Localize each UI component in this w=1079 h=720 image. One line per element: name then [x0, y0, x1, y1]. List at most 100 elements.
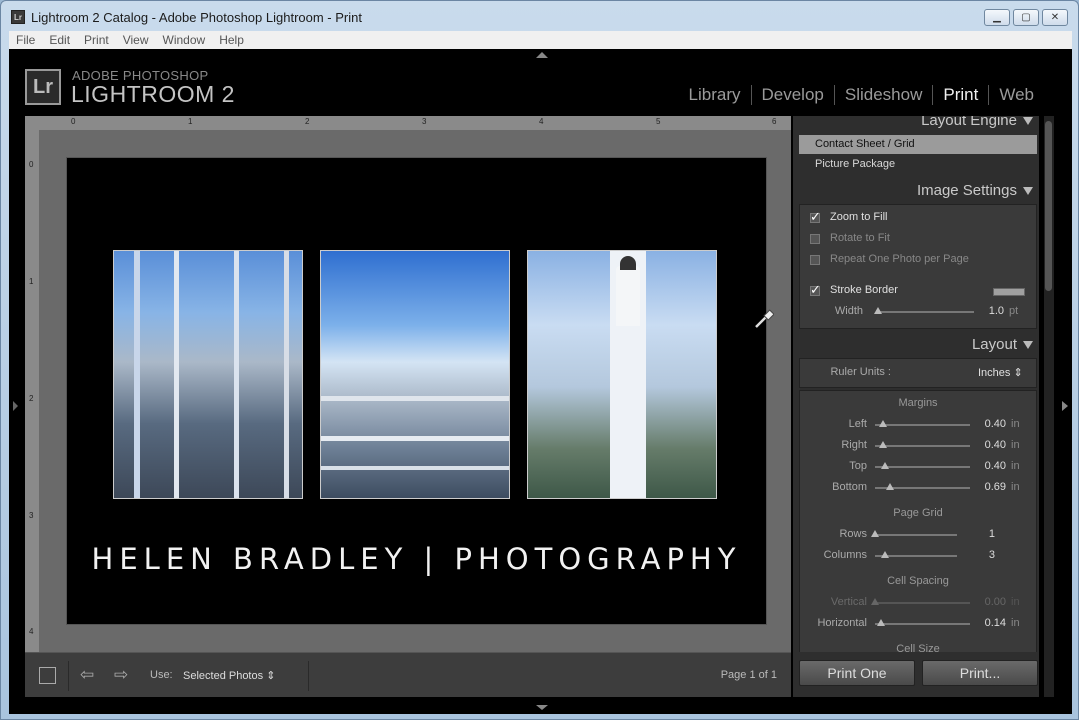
photo-cell-1[interactable] [113, 250, 303, 499]
module-library[interactable]: Library [679, 85, 751, 105]
stroke-border-checkbox[interactable] [810, 282, 821, 298]
margin-left-value[interactable]: 0.40 [976, 418, 1006, 430]
lighthouse-shape [616, 266, 640, 326]
layout-engine-header[interactable]: Layout Engine [793, 116, 1039, 134]
previous-page-icon[interactable]: ⇦ [80, 665, 94, 685]
menu-window[interactable]: Window [156, 31, 213, 47]
layout-header[interactable]: Layout [793, 332, 1039, 358]
identity-plate-text[interactable]: HELEN BRADLEY | PHOTOGRAPHY [67, 542, 766, 576]
engine-picture-package[interactable]: Picture Package [799, 155, 1037, 174]
photo-cell-3[interactable] [527, 250, 717, 499]
horizontal-spacing-slider-knob[interactable] [876, 619, 885, 626]
lightroom-app-icon: Lr [11, 10, 25, 24]
width-slider-knob[interactable] [873, 307, 882, 314]
margins-title: Margins [898, 397, 938, 409]
stroke-color-swatch[interactable] [993, 288, 1025, 296]
vertical-spacing-value[interactable]: 0.00 [976, 596, 1006, 608]
margin-bottom-value[interactable]: 0.69 [976, 481, 1006, 493]
page-grid-title: Page Grid [893, 507, 943, 519]
module-slideshow[interactable]: Slideshow [833, 85, 933, 105]
horizontal-spacing-label: Horizontal [817, 617, 867, 629]
margin-left-unit: in [1011, 418, 1020, 430]
photo-cell-2[interactable] [320, 250, 510, 499]
vertical-spacing-slider-knob[interactable] [871, 598, 879, 605]
stroke-border-label: Stroke Border [830, 284, 898, 296]
page-counter: Page 1 of 1 [720, 669, 777, 681]
repeat-one-photo-checkbox[interactable] [810, 255, 820, 265]
ruler-label: 0 [29, 160, 34, 169]
print-button[interactable]: Print... [922, 660, 1038, 686]
collapse-triangle-icon [1023, 187, 1033, 195]
scrollbar-thumb[interactable] [1045, 121, 1052, 291]
menu-help[interactable]: Help [212, 31, 251, 47]
left-panel-toggle-icon[interactable] [13, 401, 18, 411]
vertical-spacing-slider-track[interactable] [875, 602, 970, 604]
use-label: Use: [150, 669, 173, 681]
columns-value[interactable]: 3 [965, 549, 995, 561]
module-picker: Library Develop Slideshow Print Web [679, 85, 1044, 105]
panel-scrollbar[interactable] [1044, 116, 1054, 697]
minimize-icon: ▁ [993, 12, 1001, 23]
columns-label: Columns [823, 549, 867, 561]
toolbar-divider [68, 661, 69, 691]
menu-print[interactable]: Print [77, 31, 116, 47]
width-value[interactable]: 1.0 [974, 305, 1004, 317]
maximize-button[interactable]: ▢ [1013, 9, 1039, 26]
rows-slider-track[interactable] [875, 534, 957, 536]
image-settings-header[interactable]: Image Settings [793, 178, 1039, 204]
updown-chevron-icon: ⇕ [1013, 367, 1023, 379]
margin-right-value[interactable]: 0.40 [976, 439, 1006, 451]
module-print[interactable]: Print [932, 85, 988, 105]
margin-right-slider-track[interactable] [875, 445, 970, 447]
vertical-spacing-unit: in [1011, 596, 1020, 608]
rotate-to-fit-checkbox[interactable] [810, 234, 820, 244]
engine-contact-sheet[interactable]: Contact Sheet / Grid [799, 135, 1037, 154]
columns-slider-knob[interactable] [880, 551, 889, 558]
margin-top-slider-knob[interactable] [880, 462, 889, 469]
bottom-toolbar: ⇦ ⇨ Use: Selected Photos ⇕ Page 1 of 1 [25, 652, 791, 697]
collapse-triangle-icon [1023, 117, 1033, 125]
eyedropper-icon [755, 309, 774, 328]
margin-top-slider-track[interactable] [875, 466, 970, 468]
menu-file[interactable]: File [9, 31, 42, 47]
minimize-button[interactable]: ▁ [984, 9, 1010, 26]
horizontal-spacing-value[interactable]: 0.14 [976, 617, 1006, 629]
margin-top-unit: in [1011, 460, 1020, 472]
zoom-to-fill-checkbox[interactable] [810, 209, 821, 225]
rows-slider-knob[interactable] [871, 530, 879, 537]
lighthouse-lantern [620, 256, 636, 270]
margin-bottom-slider-knob[interactable] [886, 483, 895, 490]
next-page-icon[interactable]: ⇨ [114, 665, 128, 685]
ruler-units-selector[interactable]: Inches ⇕ [978, 366, 1023, 379]
ruler-label: 1 [29, 277, 34, 286]
rows-value[interactable]: 1 [965, 528, 995, 540]
ruler-units-label: Ruler Units : [830, 366, 891, 378]
right-panel-toggle-icon[interactable] [1062, 401, 1068, 411]
width-slider-track[interactable] [876, 311, 974, 313]
bottom-panel-toggle-icon[interactable] [536, 705, 548, 710]
margin-top-value[interactable]: 0.40 [976, 460, 1006, 472]
page-view-button[interactable] [39, 667, 56, 684]
layout-title: Layout [971, 336, 1017, 353]
title-bar[interactable]: Lr Lightroom 2 Catalog - Adobe Photoshop… [1, 1, 1078, 31]
print-page[interactable]: HELEN BRADLEY | PHOTOGRAPHY [67, 158, 766, 624]
menu-edit[interactable]: Edit [42, 31, 77, 47]
module-develop[interactable]: Develop [750, 85, 834, 105]
horizontal-spacing-unit: in [1011, 617, 1020, 629]
collapse-triangle-icon [1023, 341, 1033, 349]
margin-right-label: Right [841, 439, 867, 451]
rotate-to-fit-label: Rotate to Fit [830, 232, 890, 244]
ruler-label: 2 [29, 394, 34, 403]
margin-left-slider-knob[interactable] [878, 420, 887, 427]
close-button[interactable]: ✕ [1042, 9, 1068, 26]
use-selector[interactable]: Selected Photos ⇕ [183, 669, 275, 682]
margin-left-slider-track[interactable] [875, 424, 970, 426]
module-web[interactable]: Web [988, 85, 1044, 105]
application-window: Lr Lightroom 2 Catalog - Adobe Photoshop… [0, 0, 1079, 720]
menu-view[interactable]: View [116, 31, 156, 47]
margin-bottom-label: Bottom [832, 481, 867, 493]
horizontal-spacing-slider-track[interactable] [875, 623, 970, 625]
margin-right-slider-knob[interactable] [878, 441, 887, 448]
print-one-button[interactable]: Print One [799, 660, 915, 686]
top-panel-toggle-icon[interactable] [536, 52, 548, 58]
